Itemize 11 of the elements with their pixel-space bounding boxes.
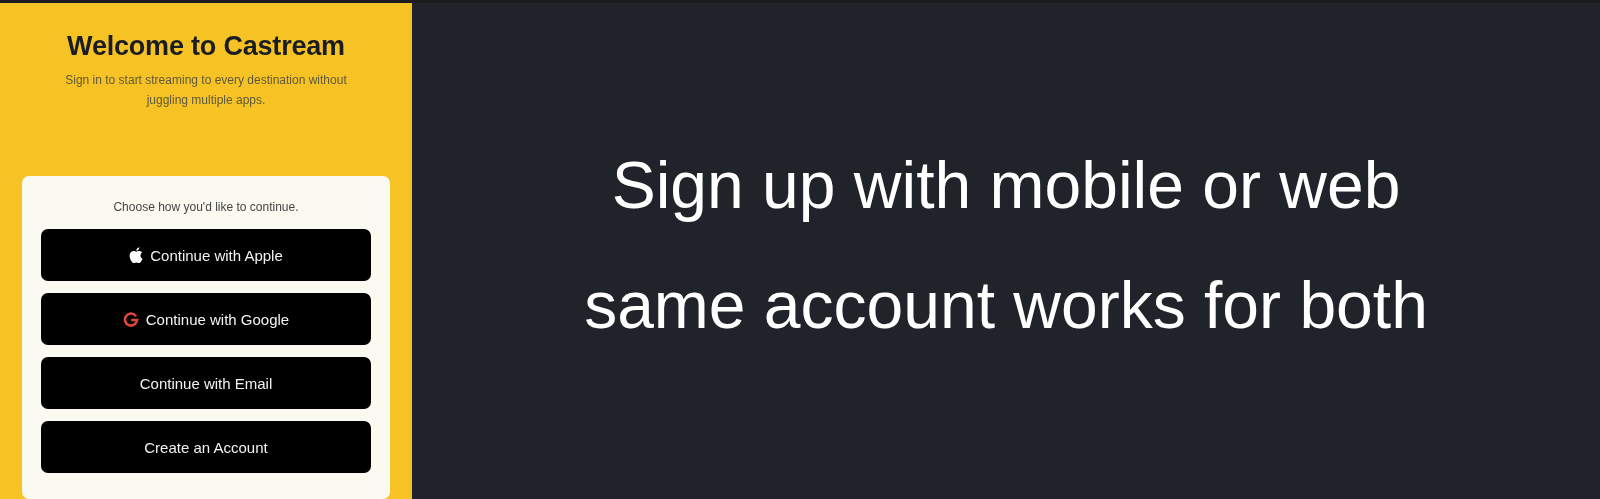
google-icon bbox=[122, 311, 139, 327]
continue-button[interactable]: Continue with Email bbox=[41, 357, 371, 409]
caption-line: Sign up with mobile or web bbox=[611, 147, 1401, 223]
caption-line: same account works for both bbox=[584, 267, 1428, 343]
apple-icon bbox=[129, 247, 144, 263]
continue-button[interactable]: Create an Account bbox=[41, 421, 371, 473]
welcome-title: Welcome to Castream bbox=[67, 31, 345, 62]
continue-button[interactable]: Continue with Apple bbox=[41, 229, 371, 281]
continue-button[interactable]: Continue with Google bbox=[41, 293, 371, 345]
choose-prompt: Choose how you'd like to continue. bbox=[112, 200, 300, 214]
welcome-subtitle: Sign in to start streaming to every destination without juggling multiple apps. bbox=[64, 72, 348, 109]
